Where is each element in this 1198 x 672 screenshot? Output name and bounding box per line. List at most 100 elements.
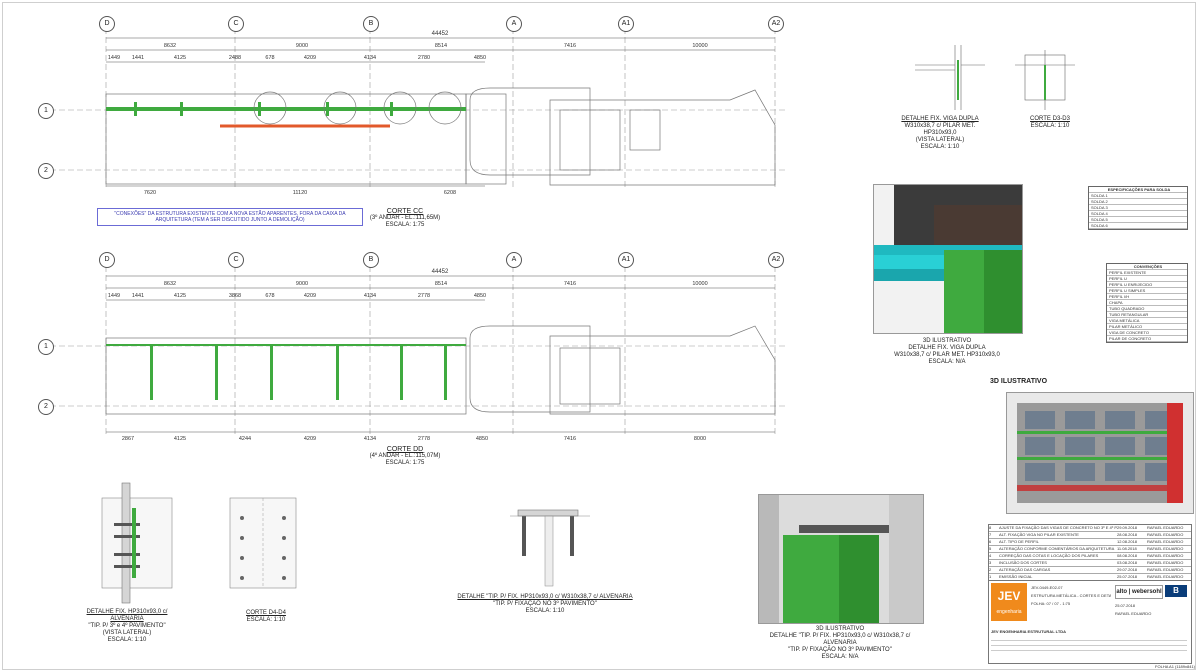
- grid-axis-a: A: [506, 16, 522, 32]
- grid-axis-b: B: [363, 252, 379, 268]
- company-name: JEV ENGENHARIA ESTRUTURAL LTDA: [991, 629, 1067, 634]
- corte-cc-scale: ESCALA: 1:75: [385, 222, 425, 228]
- detail-tip-drawing: [510, 509, 590, 587]
- drawing-title: ESTRUTURA METÁLICA - CORTES E DETALHES: [1031, 593, 1111, 598]
- corte-d4-title: CORTE D4-D4: [246, 610, 286, 616]
- detail-viga-dupla-scale: ESCALA: 1:10: [920, 144, 960, 150]
- dim-text: 8632: [164, 43, 176, 49]
- jev-logo: JEV engenharia: [991, 583, 1027, 621]
- title-block: JEV engenharia alto | webersohl B JEV-04…: [988, 580, 1192, 664]
- grid-axis-c: C: [228, 252, 244, 268]
- dim-text: 8514: [435, 43, 447, 49]
- dim-text: 2488: [229, 55, 241, 61]
- rev-by: RAFAEL EDUARDO: [1147, 560, 1184, 565]
- rev-number: 7: [989, 532, 992, 537]
- dim-text: 11120: [293, 190, 307, 196]
- grid-axis-2: 2: [38, 163, 54, 179]
- rev-by: RAFAEL EDUARDO: [1147, 567, 1184, 572]
- weld-spec-table: ESPECIFICAÇÕES PARA SOLDA SOLDA 1 SOLDA …: [1088, 186, 1188, 230]
- dim-text: 2778: [418, 293, 430, 299]
- revision-row: 3 INCLUSÃO DOS CORTES 03.08.2018 RAFAEL …: [989, 560, 1191, 567]
- render-3d-building: [1006, 392, 1194, 514]
- rev-by: RAFAEL EDUARDO: [1147, 539, 1184, 544]
- rev-description: CORREÇÃO DAS COTAS E LOCAÇÃO DOS PILARES: [999, 553, 1099, 558]
- detail-tip-title-block: DETALHE "TIP. P/ FIX. HP310x93,0 c/ W310…: [455, 594, 635, 615]
- grid-axis-a2: A2: [768, 16, 784, 32]
- detail-viga-dupla-title: DETALHE FIX. VIGA DUPLA: [901, 116, 979, 122]
- revision-row: 7 ALT. FIXAÇÃO VIGA NO PILAR EXISTENTE 2…: [989, 532, 1191, 539]
- rev-date: 12.08.2018: [1117, 539, 1138, 544]
- render-3d-top-caption: 3D ILUSTRATIVO DETALHE FIX. VIGA DUPLA W…: [873, 338, 1021, 366]
- render-3d-bottom-caption3: "TIP. P/ FIXAÇÃO NO 3º PAVIMENTO": [788, 647, 892, 653]
- rev-description: ALTERAÇÃO CONFORME COMENTÁRIOS DA ARQUIT…: [999, 546, 1115, 551]
- detail-hp310-view: (VISTA LATERAL): [102, 630, 152, 636]
- dim-text: 4134: [364, 293, 376, 299]
- dim-text: 9000: [296, 43, 308, 49]
- render-3d-bottom-scale: ESCALA: N/A: [821, 654, 859, 660]
- sheet-format-note: FOLHA A1 (1189x841): [1155, 664, 1195, 669]
- revision-table: 8 AJUSTE DA FIXAÇÃO DAS VIGAS DE CONCRET…: [988, 524, 1192, 588]
- corte-dd-overall-dim: 44452: [432, 269, 449, 275]
- title-block-notes: [991, 637, 1187, 657]
- detail-viga-dupla-view: (VISTA LATERAL): [915, 137, 965, 143]
- corte-d3-scale: ESCALA: 1:10: [1030, 123, 1070, 129]
- project-code: JEV-0449-E02-07: [1031, 585, 1063, 590]
- grid-axis-d: D: [99, 252, 115, 268]
- rev-description: INCLUSÃO DOS CORTES: [999, 560, 1047, 565]
- jev-logo-subtext: engenharia: [996, 609, 1022, 615]
- weld-spec-row: SOLDA 6: [1089, 223, 1187, 229]
- dim-text: 4209: [304, 436, 316, 442]
- rev-by: RAFAEL EDUARDO: [1147, 546, 1184, 551]
- rev-description: ALT. TIPO DE PERFIL: [999, 539, 1039, 544]
- render-3d-top-caption3: W310x38,7 c/ PILAR MET. HP310x93,0: [894, 352, 1000, 358]
- partner-logo-b: B: [1165, 585, 1187, 597]
- rev-number: 8: [989, 525, 992, 530]
- jev-logo-text: JEV: [997, 589, 1021, 603]
- render-3d-top-caption1: 3D ILUSTRATIVO: [922, 338, 972, 344]
- revision-row: 6 ALT. TIPO DE PERFIL 12.08.2018 RAFAEL …: [989, 539, 1191, 546]
- drawing-date: 25.07.2018: [1115, 603, 1136, 608]
- corte-d4-title-block: CORTE D4-D4 ESCALA: 1:10: [236, 610, 296, 624]
- corte-cc-title-block: CORTE CC (3º ANDAR - EL.:111,65M) ESCALA…: [360, 208, 450, 229]
- corte-d4-scale: ESCALA: 1:10: [246, 617, 286, 623]
- render-3d-bottom-caption2: DETALHE "TIP. P/ FIX. HP310x93,0 c/ W310…: [769, 633, 911, 646]
- rev-description: ALT. FIXAÇÃO VIGA NO PILAR EXISTENTE: [999, 532, 1079, 537]
- grid-axis-1: 1: [38, 103, 54, 119]
- grid-axis-a1: A1: [618, 16, 634, 32]
- detail-hp310-title: DETALHE FIX. HP310x93,0 c/ ALVENARIA: [86, 609, 168, 622]
- detail-hp310-drawing: [101, 482, 173, 604]
- revision-row: 4 CORREÇÃO DAS COTAS E LOCAÇÃO DOS PILAR…: [989, 553, 1191, 560]
- svg-text:44452: 44452: [432, 31, 449, 37]
- dim-text: 3868: [229, 293, 241, 299]
- rev-number: 2: [989, 567, 992, 572]
- dim-text: 4850: [474, 293, 486, 299]
- grid-axis-b: B: [363, 16, 379, 32]
- grid-axis-d: D: [99, 16, 115, 32]
- detail-hp310-subtitle: "TIP. P/ 3º e 4º PAVIMENTO": [88, 623, 166, 629]
- render-3d-tip: [758, 494, 924, 624]
- render-3d-bottom-caption1: 3D ILUSTRATIVO: [815, 626, 865, 632]
- grid-axis-1: 1: [38, 339, 54, 355]
- detail-tip-subtitle: "TIP. P/ FIXAÇÃO NO 3º PAVIMENTO": [493, 601, 597, 607]
- dim-text: 4134: [364, 436, 376, 442]
- dim-text: 7416: [564, 281, 576, 287]
- dim-text: 8514: [435, 281, 447, 287]
- corte-dd-title-block: CORTE DD (4º ANDAR - EL.:115,07M) ESCALA…: [360, 446, 450, 467]
- dim-text: 4125: [174, 293, 186, 299]
- dim-text: 1449: [108, 55, 120, 61]
- rev-by: RAFAEL EDUARDO: [1147, 553, 1184, 558]
- detail-hp310-scale: ESCALA: 1:10: [107, 637, 147, 643]
- dim-text: 2780: [418, 55, 430, 61]
- rev-date: 29.07.2018: [1117, 567, 1138, 572]
- rev-description: ALTERAÇÃO DAS CARGAS: [999, 567, 1051, 572]
- detail-viga-dupla-title-block: DETALHE FIX. VIGA DUPLA W310x38,7 c/ PIL…: [895, 116, 985, 151]
- drawing-author: RAFAEL EDUARDO: [1115, 611, 1152, 616]
- corte-dd-subtitle: (4º ANDAR - EL.:115,07M): [369, 453, 441, 459]
- dim-text: 8000: [694, 436, 706, 442]
- rev-date: 28.08.2018: [1117, 532, 1138, 537]
- dim-text: 2867: [122, 436, 134, 442]
- dim-text: 678: [265, 55, 274, 61]
- corte-d3-title-block: CORTE D3-D3 ESCALA: 1:10: [1020, 116, 1080, 130]
- grid-axis-a: A: [506, 252, 522, 268]
- rev-by: RAFAEL EDUARDO: [1147, 525, 1184, 530]
